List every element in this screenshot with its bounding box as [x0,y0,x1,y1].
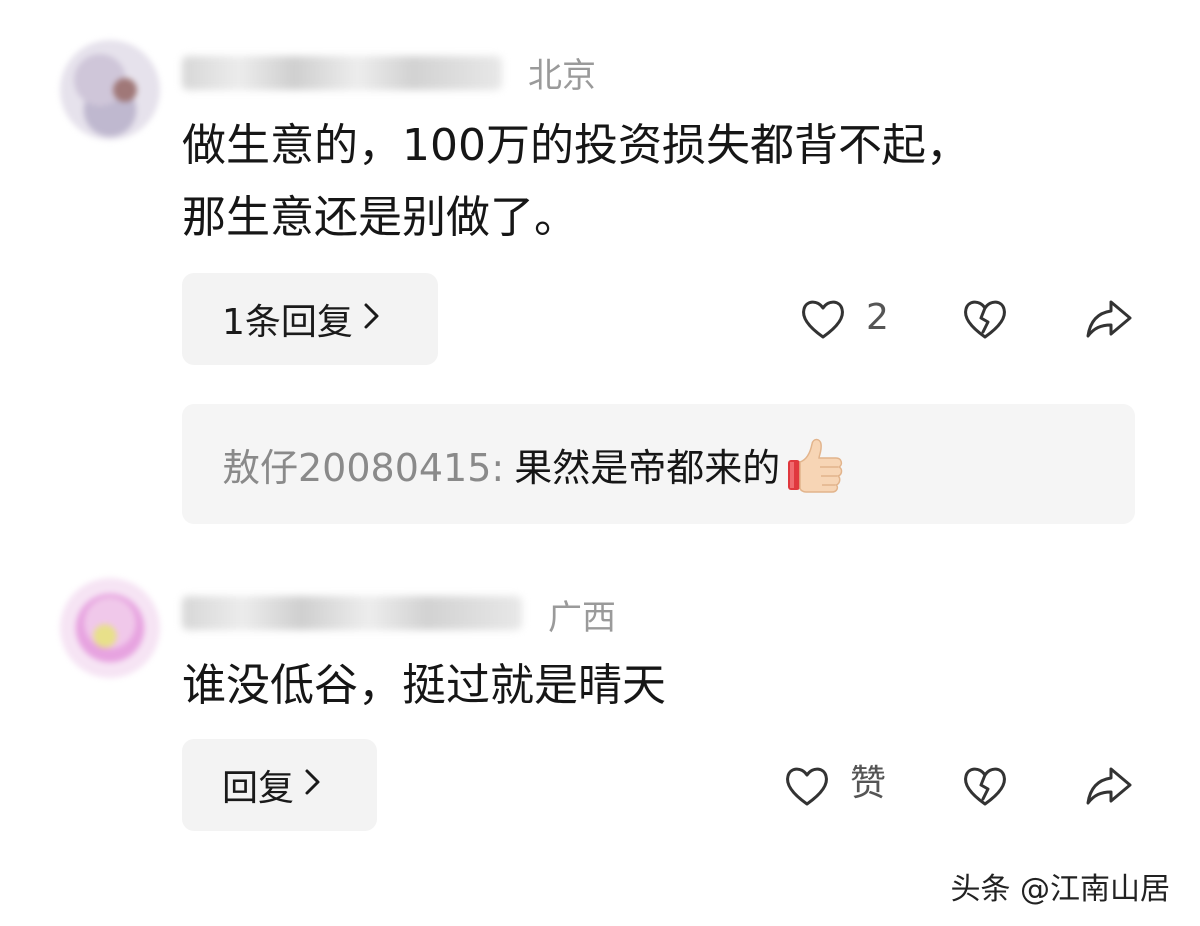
chevron-right-icon [363,299,381,339]
share-arrow-icon[interactable] [1084,761,1134,811]
comment-text-line: 做生意的，100万的投资损失都背不起， [182,120,970,171]
broken-heart-icon[interactable] [960,761,1010,811]
sub-reply-author[interactable]: 敖仔20080415: [222,437,504,492]
like-count: 2 [866,297,889,338]
username-blurred[interactable] [182,56,502,90]
username-blurred[interactable] [182,596,522,630]
comment-text-line: 谁没低谷，挺过就是晴天 [182,660,666,711]
reply-button-label: 回复 [222,768,295,809]
comment-location: 广西 [548,598,616,638]
view-replies-button[interactable]: 1条回复 [182,273,438,365]
heart-outline-icon[interactable] [782,761,832,811]
chevron-right-icon [304,765,322,805]
share-arrow-icon[interactable] [1084,294,1134,344]
user-avatar[interactable] [60,578,160,678]
comment-location: 北京 [528,56,596,96]
like-label: 赞 [850,763,887,804]
comment-page: 北京 做生意的，100万的投资损失都背不起， 那生意还是别做了。 1条回复 2 … [0,0,1200,926]
reply-button[interactable]: 回复 [182,739,377,831]
source-watermark: 头条 @江南山居 [950,872,1170,907]
heart-outline-icon[interactable] [798,294,848,344]
sub-reply-text: 果然是帝都来的 [514,445,781,490]
thumbs-up-emoji-icon [784,432,848,496]
sub-reply-preview[interactable]: 敖仔20080415: 果然是帝都来的 [182,404,1135,524]
broken-heart-icon[interactable] [960,294,1010,344]
comment-text-line: 那生意还是别做了。 [182,192,578,243]
reply-button-label: 1条回复 [222,302,353,343]
user-avatar[interactable] [60,40,160,140]
